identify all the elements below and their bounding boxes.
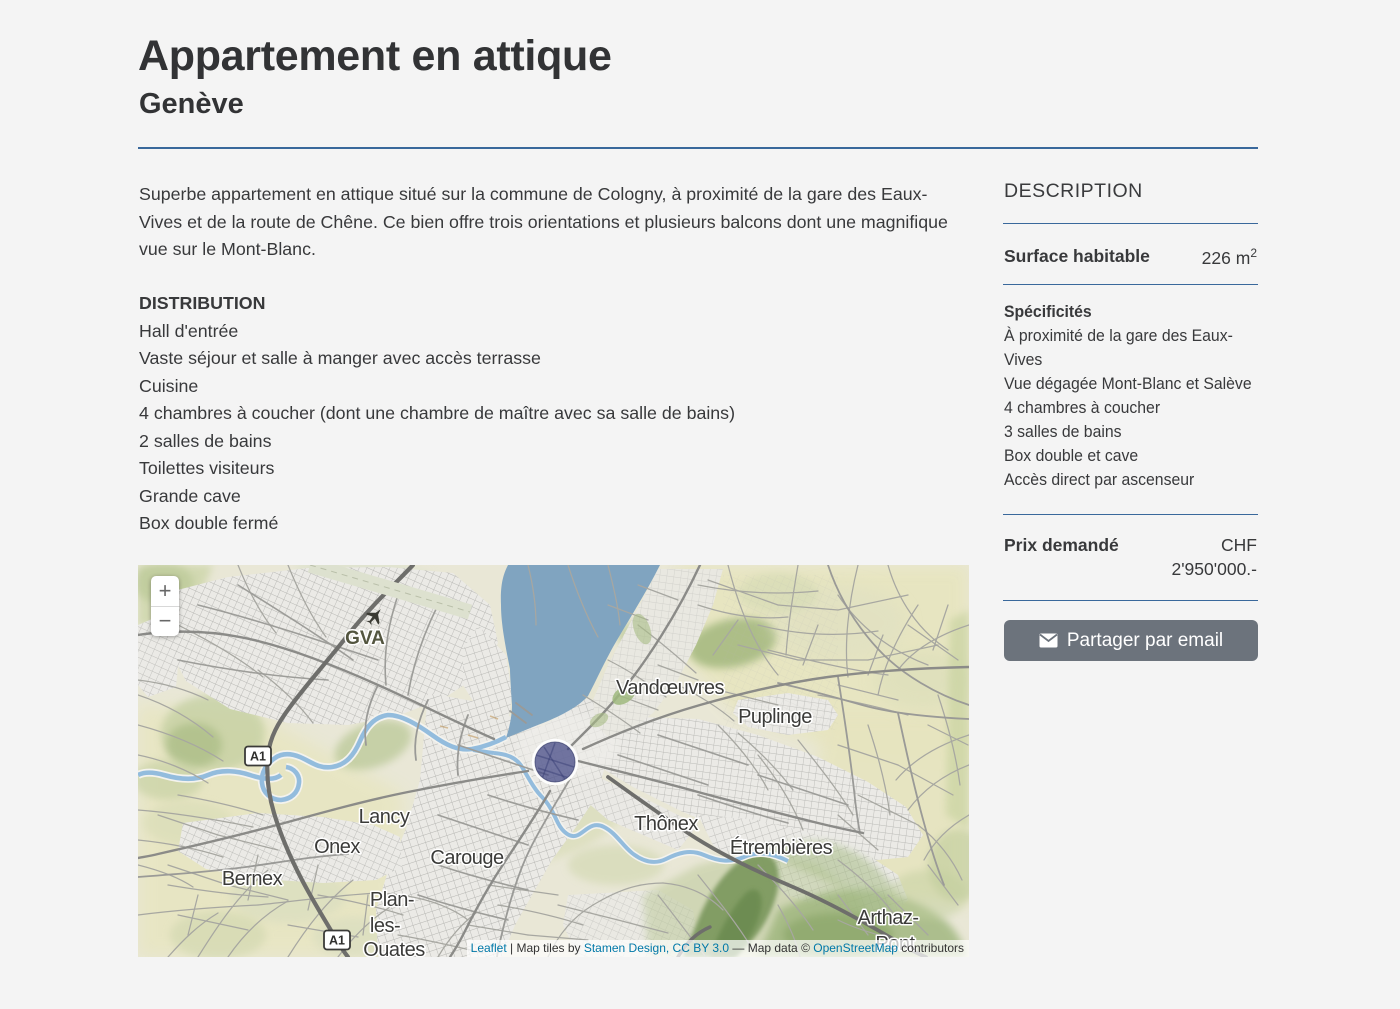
svg-text:Étrembières: Étrembières [730, 836, 833, 859]
svg-text:Thônex: Thônex [634, 813, 698, 835]
svg-text:A1: A1 [329, 934, 345, 948]
svg-text:Arthaz-: Arthaz- [858, 907, 919, 929]
svg-text:Bernex: Bernex [222, 868, 283, 890]
svg-text:A1: A1 [250, 750, 266, 764]
svg-text:Ouates: Ouates [363, 939, 425, 957]
svg-text:Onex: Onex [314, 836, 360, 858]
svg-text:Plan-: Plan- [370, 889, 414, 911]
svg-text:Carouge: Carouge [430, 847, 504, 869]
svg-text:Lancy: Lancy [359, 806, 410, 828]
svg-text:GVA: GVA [345, 628, 385, 649]
svg-text:Puplinge: Puplinge [738, 706, 812, 728]
svg-text:les-: les- [370, 915, 400, 937]
svg-text:Vandœuvres: Vandœuvres [616, 677, 725, 699]
